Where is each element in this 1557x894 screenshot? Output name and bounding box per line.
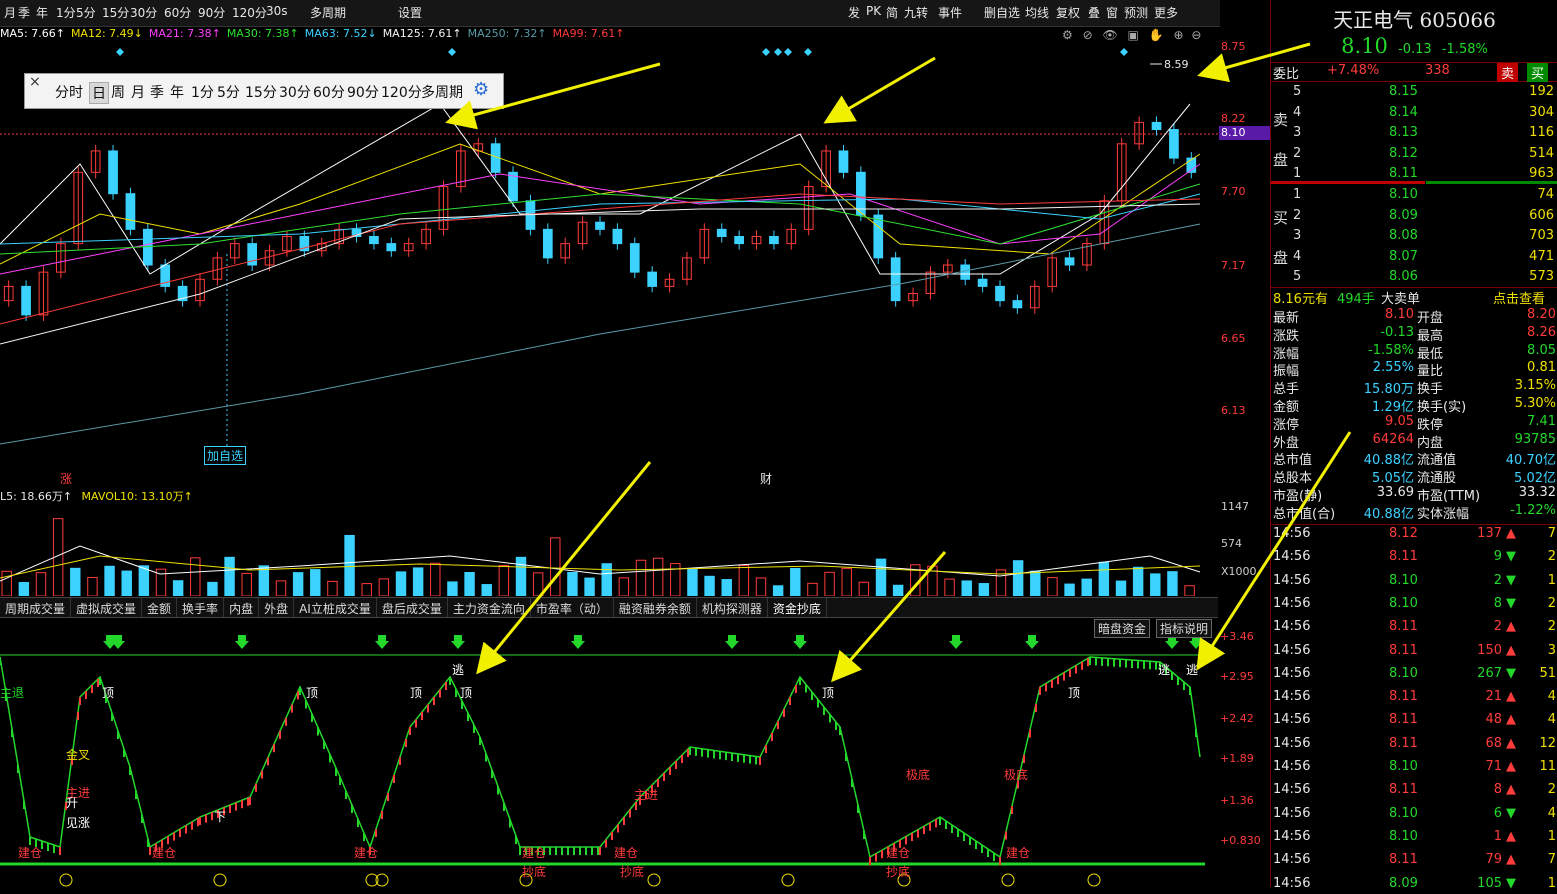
annotation-arrow-2 (823, 56, 936, 124)
annotation-arrow-5 (831, 551, 947, 683)
annotation-arrow-3 (1197, 42, 1311, 83)
annotation-arrow-6 (1196, 431, 1352, 671)
annotation-arrow-4 (476, 461, 652, 675)
volume-header: L5: 18.66万↑ MAVOL10: 13.10万↑ (0, 488, 193, 504)
volume-mavol10-label: MAVOL10: 13.10万↑ (81, 490, 193, 503)
volume-ma5-label: L5: 18.66万↑ (0, 490, 73, 503)
annotation-arrows (445, 42, 1352, 683)
annotation-arrow-1 (445, 62, 661, 130)
